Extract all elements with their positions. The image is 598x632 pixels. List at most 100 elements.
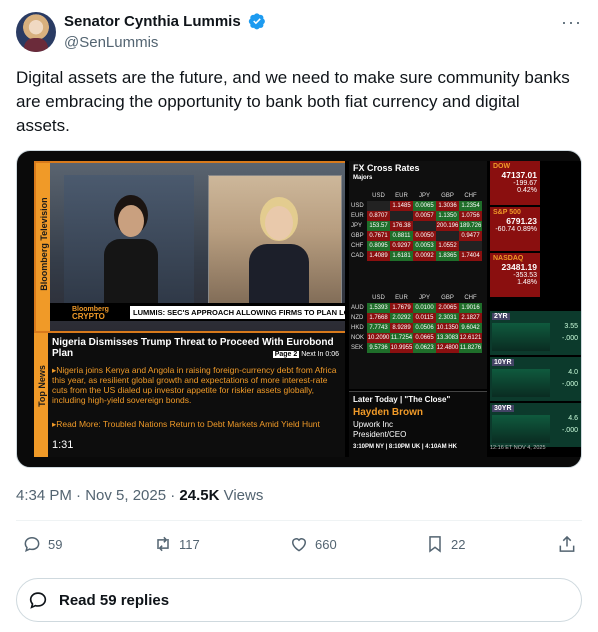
tweet-text: Digital assets are the future, and we ne… <box>16 68 570 135</box>
fx-cell: 1.7679 <box>390 303 413 313</box>
fx-table-majors: USD EUR JPY GBP CHF USD 1.1485 0.0065 1.3036 1.23… <box>351 191 485 261</box>
fx-cell: 0.9477 <box>459 231 482 241</box>
fx-cell: 7.7743 <box>367 323 390 333</box>
fx-row-label: NOK <box>351 335 365 341</box>
bloomberg-screen: Bloomberg Television Bloomberg CRYPTO LUM… <box>34 161 581 457</box>
fx-subtitle: Majors <box>353 175 373 181</box>
fx-header-row: USD EUR JPY GBP CHF <box>351 293 485 303</box>
fx-col-header: GBP <box>441 295 454 301</box>
fx-cell <box>459 241 482 251</box>
later-today-header: Later Today | "The Close" <box>353 395 451 404</box>
fx-cell: 0.0092 <box>413 251 436 261</box>
fx-cell: 0.7671 <box>367 231 390 241</box>
fx-cell: 0.0050 <box>413 231 436 241</box>
fx-cell: 9.6042 <box>459 323 482 333</box>
repost-button[interactable]: 117 <box>153 534 200 554</box>
fx-row: NOK 10.2090 11.7254 0.0665 13.3083 12.6121 <box>351 333 485 343</box>
show-times: 3:10PM NY | 8:10PM UK | 4:10AM HK <box>353 444 457 450</box>
fx-cell: 1.1485 <box>390 201 413 211</box>
bookmark-button[interactable]: 22 <box>425 534 465 554</box>
fx-cell: 12.4800 <box>436 343 459 353</box>
fx-table-others: USD EUR JPY GBP CHF AUD 1.5393 1.7679 0.0100 2.00… <box>351 293 485 353</box>
fx-cell: 9.5736 <box>367 343 390 353</box>
fx-cell: 189.726 <box>459 221 482 231</box>
fx-cell: 1.7404 <box>459 251 482 261</box>
fx-cell: 1.0552 <box>436 241 459 251</box>
more-options-icon[interactable]: ··· <box>561 12 582 33</box>
yield-tile-10yr: 10YR 4.0 -.000 <box>490 357 581 401</box>
fx-cell: 2.0292 <box>390 313 413 323</box>
fx-cell: 0.0057 <box>413 211 436 221</box>
fx-row: CAD 1.4089 1.6181 0.0092 1.8365 1.7404 <box>351 251 485 261</box>
index-tile-nasdaq: NASDAQ 23481.19 -353.53 1.48% <box>490 253 540 297</box>
news-bullet-2: ▸Read More: Troubled Nations Return to D… <box>52 419 320 429</box>
reply-button[interactable]: 59 <box>22 534 62 554</box>
fx-row-label: NZD <box>351 315 364 321</box>
fx-cell <box>367 201 390 211</box>
fx-cell: 0.0506 <box>413 323 436 333</box>
views-count: 24.5K <box>179 487 220 504</box>
share-button[interactable] <box>557 534 583 554</box>
fx-cell: 0.9297 <box>390 241 413 251</box>
fx-col-header: CHF <box>464 193 477 199</box>
fx-row-label: CHF <box>351 243 364 249</box>
video-timestamp: 1:31 <box>52 439 74 451</box>
reply-icon <box>29 592 47 609</box>
fx-cell: 1.7668 <box>367 313 390 323</box>
fx-row: USD 1.1485 0.0065 1.3036 1.2354 <box>351 201 485 211</box>
fx-cell: 10.9955 <box>390 343 413 353</box>
like-button[interactable]: 660 <box>289 534 337 554</box>
guest-name: Hayden Brown <box>353 407 424 418</box>
fx-corner <box>351 293 367 303</box>
read-replies-label: Read 59 replies <box>59 591 170 609</box>
share-icon <box>559 535 575 552</box>
fx-cell: 10.2090 <box>367 333 390 343</box>
lower-third-headline: LUMMIS: SEC'S APPROACH ALLOWING FIRMS TO… <box>130 306 345 319</box>
guest-company: Upwork Inc <box>353 420 394 429</box>
fx-row: GBP 0.7671 0.8811 0.0050 0.9477 <box>351 231 485 241</box>
fx-cell: 1.3036 <box>436 201 459 211</box>
fx-row-label: HKD <box>351 325 364 331</box>
index-tile-sp500: S&P 500 6791.23 -60.74 0.89% <box>490 207 540 251</box>
fx-corner <box>351 191 367 201</box>
verified-badge-icon <box>248 13 266 30</box>
read-replies-button[interactable]: Read 59 replies <box>16 578 582 622</box>
fx-cell: 0.0053 <box>413 241 436 251</box>
author-handle[interactable]: @SenLummis <box>64 34 158 51</box>
tweet-timestamp[interactable]: 4:34 PM · Nov 5, 2025 · <box>16 487 179 504</box>
views-label: Views <box>219 487 264 504</box>
reply-icon <box>24 536 40 553</box>
fx-cell: 1.5393 <box>367 303 390 313</box>
fx-cell: 0.8707 <box>367 211 390 221</box>
yield-tile-2yr: 2YR 3.55 -.000 <box>490 311 581 355</box>
fx-cell: 200.196 <box>436 221 459 231</box>
yield-tile-30yr: 30YR 4.6 -.000 <box>490 403 581 447</box>
fx-cell: 0.0665 <box>413 333 436 343</box>
fx-cell <box>436 231 459 241</box>
fx-cross-rates: FX Cross Rates Majors USD EUR JPY GBP CHF USD… <box>349 161 487 389</box>
fx-row: JPY 153.57 176.38 200.196 189.726 <box>351 221 485 231</box>
author-name[interactable]: Senator Cynthia Lummis <box>64 13 241 30</box>
fx-row: SEK 9.5736 10.9955 0.0623 12.4800 11.8276 <box>351 343 485 353</box>
yield-tiles: 2YR 3.55 -.000 10YR 4.0 -.000 30YR 4.6 -.00… <box>490 311 581 457</box>
fx-cell: 0.0623 <box>413 343 436 353</box>
fx-cell: 1.1350 <box>436 211 459 221</box>
news-bullet-1: ▸Nigeria joins Kenya and Angola in raisi… <box>52 365 337 405</box>
avatar[interactable] <box>16 12 56 52</box>
video-player[interactable]: Bloomberg Television Bloomberg CRYPTO LUM… <box>16 150 582 468</box>
fx-cell: 2.3031 <box>436 313 459 323</box>
fx-cell: 1.8365 <box>436 251 459 261</box>
author-name-row: Senator Cynthia Lummis <box>64 12 266 30</box>
fx-cell <box>390 211 413 221</box>
anchor-figure <box>104 205 158 315</box>
index-tiles: DOW 47137.01 -199.67 0.42% S&P 500 6791.… <box>490 161 540 299</box>
fx-cell: 0.0100 <box>413 303 436 313</box>
top-news-tab: Top News <box>34 333 48 457</box>
fx-cell: 0.8811 <box>390 231 413 241</box>
fx-row-label: SEK <box>351 345 364 351</box>
fx-header-row: USD EUR JPY GBP CHF <box>351 191 485 201</box>
fx-cell: 10.1350 <box>436 323 459 333</box>
fx-row-label: EUR <box>351 213 364 219</box>
fx-cell: 1.0756 <box>459 211 482 221</box>
fx-row-label: CAD <box>351 253 364 259</box>
